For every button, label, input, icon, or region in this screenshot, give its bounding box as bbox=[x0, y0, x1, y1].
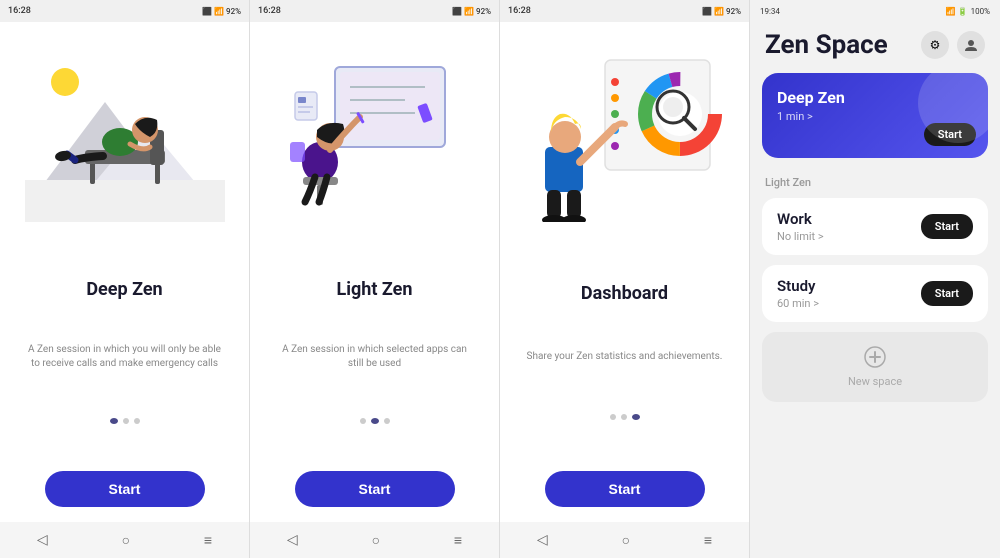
dot-2-1 bbox=[360, 418, 366, 424]
back-icon-1[interactable]: ◁ bbox=[37, 532, 48, 548]
light-zen-desc: A Zen session in which selected apps can… bbox=[265, 343, 484, 371]
study-card-time: 60 min > bbox=[777, 297, 921, 310]
menu-icon-1[interactable]: ≡ bbox=[204, 532, 212, 549]
light-zen-svg bbox=[275, 42, 475, 222]
deep-zen-card-time: 1 min > bbox=[777, 110, 973, 123]
zen-panel-icons: ⚙ bbox=[921, 31, 985, 59]
status-bar-2: 16:28 ⬛ 📶 92% bbox=[250, 0, 499, 22]
work-card-info: Work No limit > bbox=[777, 210, 921, 243]
deep-zen-card-name: Deep Zen bbox=[777, 88, 973, 107]
dot-1-2 bbox=[123, 418, 129, 424]
start-button-3[interactable]: Start bbox=[545, 471, 705, 507]
zen-panel-header: Zen Space ⚙ bbox=[750, 22, 1000, 65]
start-button-1[interactable]: Start bbox=[45, 471, 205, 507]
deep-zen-title: Deep Zen bbox=[86, 279, 162, 300]
dashboard-illustration bbox=[515, 32, 734, 232]
dots-3 bbox=[610, 414, 640, 420]
deep-zen-svg bbox=[25, 42, 225, 222]
status-right-3: ⬛ 📶 92% bbox=[702, 7, 741, 16]
work-card-time: No limit > bbox=[777, 230, 921, 243]
status-time-2: 16:28 bbox=[258, 6, 281, 16]
battery-1: ⬛ 📶 bbox=[202, 7, 224, 16]
bottom-nav-2: ◁ ○ ≡ bbox=[250, 522, 499, 558]
screen-deep-zen: 16:28 ⬛ 📶 92% bbox=[0, 0, 250, 558]
dashboard-svg bbox=[525, 42, 725, 222]
dots-1 bbox=[110, 418, 140, 424]
gear-button[interactable]: ⚙ bbox=[921, 31, 949, 59]
light-zen-title: Light Zen bbox=[337, 279, 413, 300]
home-icon-3[interactable]: ○ bbox=[622, 532, 630, 549]
work-card-name: Work bbox=[777, 210, 921, 228]
dashboard-desc: Share your Zen statistics and achievemen… bbox=[517, 350, 733, 364]
phones-container: 16:28 ⬛ 📶 92% bbox=[0, 0, 750, 558]
dashboard-title: Dashboard bbox=[581, 283, 668, 304]
dashboard-content: Dashboard Share your Zen statistics and … bbox=[500, 22, 749, 522]
new-space-card[interactable]: New space bbox=[762, 332, 988, 402]
profile-icon bbox=[964, 38, 978, 52]
screen-dashboard: 16:28 ⬛ 📶 92% bbox=[500, 0, 750, 558]
dot-2-3 bbox=[384, 418, 390, 424]
battery-3: ⬛ 📶 bbox=[702, 7, 724, 16]
back-icon-2[interactable]: ◁ bbox=[287, 532, 298, 548]
start-button-2[interactable]: Start bbox=[295, 471, 455, 507]
status-time-1: 16:28 bbox=[8, 6, 31, 16]
deep-zen-desc: A Zen session in which you will only be … bbox=[15, 343, 234, 371]
dots-2 bbox=[360, 418, 390, 424]
deep-zen-illustration bbox=[15, 32, 234, 232]
light-zen-label: Light Zen bbox=[765, 176, 811, 189]
study-card-info: Study 60 min > bbox=[777, 277, 921, 310]
work-card: Work No limit > Start bbox=[762, 198, 988, 255]
status-bar-1: 16:28 ⬛ 📶 92% bbox=[0, 0, 249, 22]
status-time-3: 16:28 bbox=[508, 6, 531, 16]
light-zen-section: Light Zen bbox=[750, 166, 1000, 193]
dot-3-1 bbox=[610, 414, 616, 420]
work-start-button[interactable]: Start bbox=[921, 214, 973, 239]
new-space-label: New space bbox=[848, 375, 902, 388]
home-icon-1[interactable]: ○ bbox=[122, 532, 130, 549]
deep-zen-content: Deep Zen A Zen session in which you will… bbox=[0, 22, 249, 522]
zen-status-right: 📶 🔋 100% bbox=[946, 7, 990, 16]
status-right-1: ⬛ 📶 92% bbox=[202, 7, 241, 16]
menu-icon-3[interactable]: ≡ bbox=[704, 532, 712, 549]
status-bar-3: 16:28 ⬛ 📶 92% bbox=[500, 0, 749, 22]
bottom-nav-1: ◁ ○ ≡ bbox=[0, 522, 249, 558]
dot-1-active bbox=[110, 418, 118, 424]
deep-zen-card: Deep Zen 1 min > Start bbox=[762, 73, 988, 158]
status-right-2: ⬛ 📶 92% bbox=[452, 7, 491, 16]
dot-3-2 bbox=[621, 414, 627, 420]
battery-2: ⬛ 📶 bbox=[452, 7, 474, 16]
dot-1-3 bbox=[134, 418, 140, 424]
light-zen-illustration bbox=[265, 32, 484, 232]
dot-2-active bbox=[371, 418, 379, 424]
zen-panel: 19:34 📶 🔋 100% Zen Space ⚙ Deep Zen 1 mi… bbox=[750, 0, 1000, 558]
study-start-button[interactable]: Start bbox=[921, 281, 973, 306]
study-card: Study 60 min > Start bbox=[762, 265, 988, 322]
home-icon-2[interactable]: ○ bbox=[372, 532, 380, 549]
new-space-plus-icon bbox=[864, 346, 886, 371]
dot-3-active bbox=[632, 414, 640, 420]
zen-status-time: 19:34 bbox=[760, 7, 780, 16]
zen-panel-title: Zen Space bbox=[765, 30, 888, 60]
deep-zen-start-button[interactable]: Start bbox=[924, 123, 976, 146]
screen-light-zen: 16:28 ⬛ 📶 92% bbox=[250, 0, 500, 558]
profile-button[interactable] bbox=[957, 31, 985, 59]
menu-icon-2[interactable]: ≡ bbox=[454, 532, 462, 549]
bottom-nav-3: ◁ ○ ≡ bbox=[500, 522, 749, 558]
zen-panel-status-bar: 19:34 📶 🔋 100% bbox=[750, 0, 1000, 22]
study-card-name: Study bbox=[777, 277, 921, 295]
back-icon-3[interactable]: ◁ bbox=[537, 532, 548, 548]
light-zen-content: Light Zen A Zen session in which selecte… bbox=[250, 22, 499, 522]
